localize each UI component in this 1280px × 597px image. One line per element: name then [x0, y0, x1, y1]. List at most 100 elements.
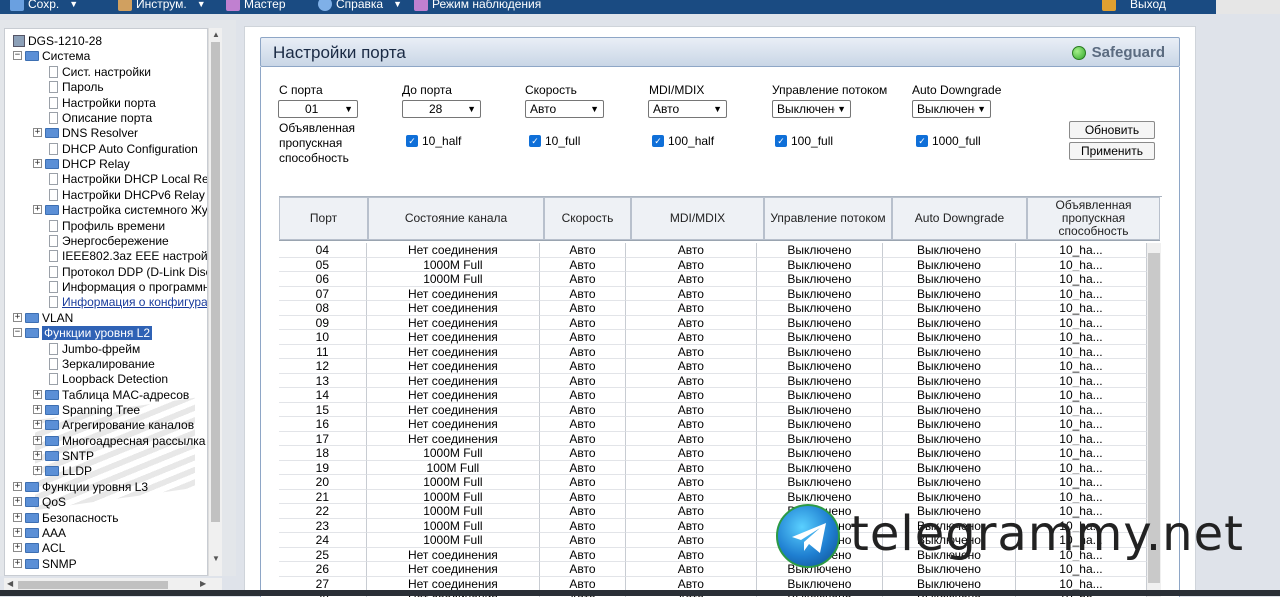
checkbox-100-half[interactable]: ✓ 100_half — [652, 134, 714, 148]
tree-qos[interactable]: + QoS — [13, 494, 66, 509]
cell-speed: Авто — [540, 562, 626, 577]
expand-icon[interactable]: + — [33, 466, 42, 475]
folder-icon — [25, 50, 39, 61]
monitor-mode-button[interactable]: Режим наблюдения — [414, 0, 541, 11]
checkbox-1000-full[interactable]: ✓ 1000_full — [916, 134, 981, 148]
cell-capability: 10_ha... — [1015, 417, 1147, 432]
tree-item-port-description[interactable]: Описание порта — [49, 110, 152, 125]
cell-speed: Авто — [540, 257, 626, 272]
speed-select[interactable]: Авто ▼ — [525, 100, 604, 118]
expand-icon[interactable]: + — [33, 420, 42, 429]
expand-icon[interactable]: + — [33, 405, 42, 414]
tree-aaa[interactable]: + AAA — [13, 525, 66, 540]
from-port-select[interactable]: 01 ▼ — [278, 100, 358, 118]
cell-link-status: 1000M Full — [366, 475, 541, 490]
tree-item-time-profile[interactable]: Профиль времени — [49, 218, 165, 233]
logout-button[interactable]: Выход — [1096, 0, 1172, 11]
header-auto-downgrade: Auto Downgrade — [892, 197, 1027, 240]
expand-icon[interactable]: + — [13, 528, 22, 537]
cell-capability: 10_ha... — [1015, 388, 1147, 403]
tree-multicast[interactable]: + Многоадресная рассылка — [33, 433, 205, 448]
table-row: 06 1000M Full Авто Авто Выключено Выключено 10… — [279, 272, 1147, 287]
tree-item-password[interactable]: Пароль — [49, 79, 104, 94]
tree-item-jumbo[interactable]: Jumbo-фрейм — [49, 341, 140, 356]
tree-item-firmware-info[interactable]: Информация о программн — [49, 279, 207, 294]
cell-flow-control: Выключено — [756, 315, 883, 330]
cell-speed: Авто — [540, 533, 626, 548]
tree-device[interactable]: DGS-1210-28 — [13, 33, 102, 48]
tree-security[interactable]: + Безопасность — [13, 510, 119, 525]
cell-auto-downgrade: Выключено — [882, 359, 1016, 374]
expand-icon[interactable]: + — [13, 559, 22, 568]
help-menu[interactable]: Справка ▼ — [318, 0, 402, 11]
tree-system[interactable]: − Система — [13, 48, 90, 63]
expand-icon[interactable]: + — [33, 159, 42, 168]
tree-item-energy[interactable]: Энергосбережение — [49, 233, 169, 248]
tree-snmp[interactable]: + SNMP — [13, 556, 77, 571]
cell-mdix: Авто — [625, 330, 757, 345]
scroll-left-icon[interactable]: ◀ — [7, 579, 13, 588]
tools-menu[interactable]: Инструм. ▼ — [118, 0, 206, 11]
expand-icon[interactable]: + — [33, 128, 42, 137]
cell-flow-control: Выключено — [756, 243, 883, 258]
tree-spanning-tree[interactable]: + Spanning Tree — [33, 402, 140, 417]
wizard-menu[interactable]: Мастер — [226, 0, 286, 11]
tree-dhcp-relay[interactable]: + DHCP Relay — [33, 156, 130, 171]
flow-control-select[interactable]: Выключено ▼ — [772, 100, 851, 118]
tree-item-loopback[interactable]: Loopback Detection — [49, 371, 168, 386]
tree-l3-functions[interactable]: + Функции уровня L3 — [13, 479, 148, 494]
tree-item-dhcp-auto[interactable]: DHCP Auto Configuration — [49, 141, 198, 156]
cell-flow-control: Выключено — [756, 475, 883, 490]
tree-vlan[interactable]: + VLAN — [13, 310, 73, 325]
checkmark-icon: ✓ — [529, 135, 541, 147]
tree-item-eee[interactable]: IEEE802.3az EEE настройі — [49, 248, 207, 263]
tree-item-port-settings[interactable]: Настройки порта — [49, 95, 156, 110]
tree-dns-resolver[interactable]: + DNS Resolver — [33, 125, 138, 140]
tree-link-aggregation[interactable]: + Агрегирование каналов — [33, 417, 194, 432]
expand-icon[interactable]: + — [13, 482, 22, 491]
cell-auto-downgrade: Выключено — [882, 489, 1016, 504]
expand-icon[interactable]: + — [33, 390, 42, 399]
tree-vertical-scrollbar[interactable]: ▲ ▼ — [208, 28, 222, 576]
checkbox-10-half[interactable]: ✓ 10_half — [406, 134, 461, 148]
checkbox-100-full[interactable]: ✓ 100_full — [775, 134, 833, 148]
tree-lldp[interactable]: + LLDP — [33, 463, 92, 478]
tree-item-dhcp-local[interactable]: Настройки DHCP Local Rel — [49, 171, 207, 186]
expand-icon[interactable]: + — [33, 451, 42, 460]
cell-speed: Авто — [540, 344, 626, 359]
refresh-button[interactable]: Обновить — [1069, 121, 1155, 139]
save-menu[interactable]: Сохр. ▼ — [10, 0, 78, 11]
mdix-select[interactable]: Авто ▼ — [648, 100, 727, 118]
apply-button[interactable]: Применить — [1069, 142, 1155, 160]
tree-item-sys-settings[interactable]: Сист. настройки — [49, 64, 151, 79]
expand-icon[interactable]: + — [13, 497, 22, 506]
tree-item-ddp[interactable]: Протокол DDP (D-Link Disc — [49, 264, 207, 279]
expand-icon[interactable]: + — [13, 543, 22, 552]
tree-l2-functions[interactable]: − Функции уровня L2 — [13, 325, 153, 340]
scrollbar-thumb[interactable] — [211, 42, 220, 522]
scroll-up-icon[interactable]: ▲ — [212, 30, 220, 39]
checkbox-10-full[interactable]: ✓ 10_full — [529, 134, 580, 148]
scrollbar-thumb[interactable] — [18, 581, 168, 589]
page-icon — [49, 249, 58, 262]
page-icon — [49, 342, 58, 355]
scroll-right-icon[interactable]: ▶ — [200, 579, 206, 588]
tree-mac-table[interactable]: + Таблица MAC-адресов — [33, 387, 189, 402]
expand-icon[interactable]: + — [13, 513, 22, 522]
collapse-icon[interactable]: − — [13, 51, 22, 60]
tree-item-dhcpv6[interactable]: Настройки DHCPv6 Relay — [49, 187, 205, 202]
tree-acl[interactable]: + ACL — [13, 540, 65, 555]
tree-sntp[interactable]: + SNTP — [33, 448, 94, 463]
expand-icon[interactable]: + — [13, 313, 22, 322]
tree-syslog[interactable]: + Настройка системного Жур — [33, 202, 207, 217]
expand-icon[interactable]: + — [33, 205, 42, 214]
to-port-select[interactable]: 28 ▼ — [402, 100, 481, 118]
scroll-down-icon[interactable]: ▼ — [212, 554, 220, 563]
tree-item-config-info[interactable]: Информация о конфигурац — [49, 294, 207, 309]
collapse-icon[interactable]: − — [13, 328, 22, 337]
cell-link-status: 1000M Full — [366, 446, 541, 461]
auto-downgrade-select[interactable]: Выключено ▼ — [912, 100, 991, 118]
tree-item-mirroring[interactable]: Зеркалирование — [49, 356, 155, 371]
page-title: Настройки порта — [273, 43, 406, 62]
expand-icon[interactable]: + — [33, 436, 42, 445]
